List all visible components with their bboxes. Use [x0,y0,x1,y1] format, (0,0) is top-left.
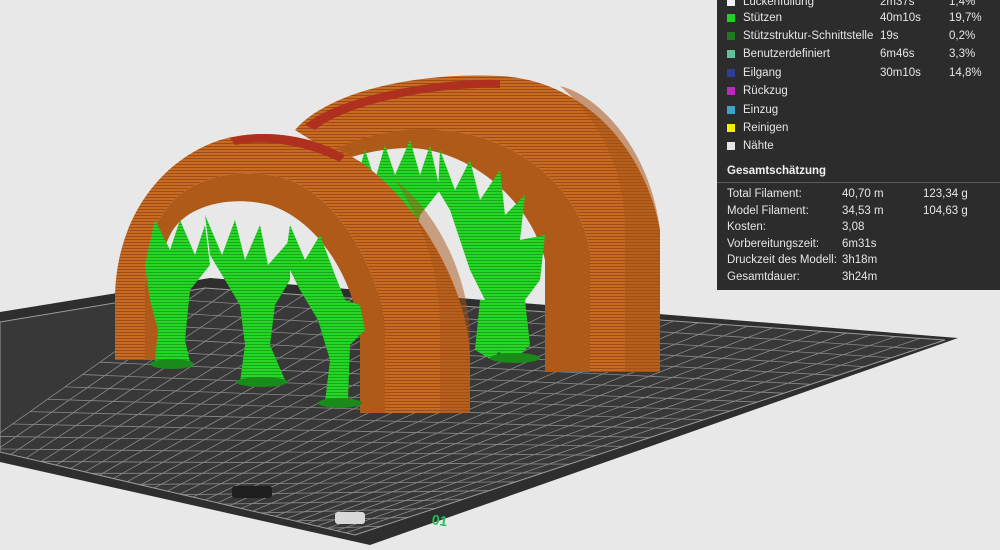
legend-pct: 19,7% [949,12,982,24]
sum-label: Vorbereitungszeit: [727,237,820,250]
summary-divider [717,182,1000,183]
bed-handle-right [335,512,365,524]
legend-label: Nähte [743,140,774,152]
bed-handle-left [232,486,272,498]
legend-swatch [727,32,735,40]
slicing-statistics-panel: Lückenfüllung2m37s1,4%0Stützen40m10s19,7… [717,0,1000,290]
legend-swatch [727,50,735,58]
legend-label: Benutzerdefiniert [743,48,830,60]
sum-label: Model Filament: [727,204,809,217]
legend-time: 40m10s [880,12,921,24]
sum-label: Druckzeit des Modell: [727,254,837,266]
legend-pct: 14,8% [949,67,982,79]
sum-v1: 3h18m [842,254,878,266]
legend-swatch [727,142,735,150]
legend-time: 6m46s [880,48,915,60]
legend-swatch [727,0,735,6]
sum-v1: 3h24m [842,270,878,283]
sum-v1: 6m31s [842,237,877,250]
sum-v1: 3,08 [842,221,865,233]
legend-label: Reinigen [743,122,789,134]
bed-label: 01 [431,511,449,529]
legend-label: Einzug [743,104,779,116]
sum-v2: 123,34 g [923,188,968,200]
sum-label: Gesamtdauer: [727,270,800,283]
legend-time: 19s [880,30,899,42]
legend-label: Stützstruktur-Schnittstelle [743,30,874,42]
sum-v2: 104,63 g [923,204,968,217]
legend-time: 30m10s [880,67,921,79]
legend-swatch [727,14,735,22]
sum-v1: 34,53 m [842,204,884,217]
summary-title: Gesamtschätzung [727,165,827,177]
legend-swatch [727,106,735,114]
legend-pct: 0,2% [949,30,976,42]
legend-label: Eilgang [743,67,782,79]
legend-pct: 3,3% [949,48,976,60]
legend-label: Stützen [743,12,782,24]
legend-swatch [727,87,735,95]
sum-v1: 40,70 m [842,188,884,200]
sum-label: Kosten: [727,221,766,233]
sum-label: Total Filament: [727,188,802,200]
legend-label: Rückzug [743,85,788,97]
legend-swatch [727,69,735,77]
legend-swatch [727,124,735,132]
